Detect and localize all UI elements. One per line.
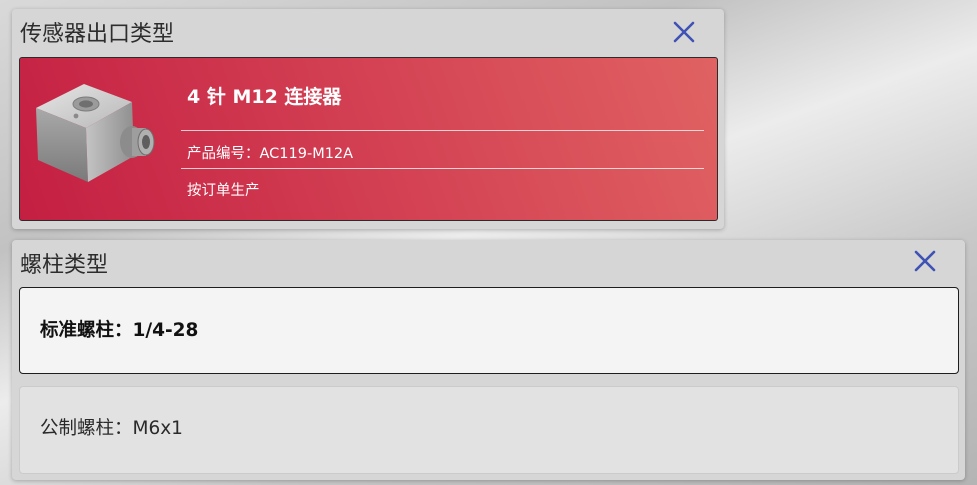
sensor-name: 4 针 M12 连接器 xyxy=(187,86,342,108)
stud-type-panel: 螺柱类型 标准螺柱：1/4-28 公制螺柱：M6x1 xyxy=(12,240,965,480)
divider xyxy=(181,168,704,169)
close-button[interactable] xyxy=(912,248,938,274)
close-icon xyxy=(673,21,695,43)
close-button[interactable] xyxy=(671,19,697,45)
divider xyxy=(181,130,704,131)
panel-title: 螺柱类型 xyxy=(20,253,109,278)
selected-sensor-card[interactable]: 4 针 M12 连接器 产品编号：AC119-M12A 按订单生产 xyxy=(19,57,718,221)
option-label: 公制螺柱：M6x1 xyxy=(40,418,183,439)
part-number-row: 产品编号：AC119-M12A xyxy=(187,142,353,163)
sensor-product-image xyxy=(36,84,155,182)
availability-text: 按订单生产 xyxy=(187,183,260,199)
stud-option-metric[interactable]: 公制螺柱：M6x1 xyxy=(19,386,959,474)
part-number-label: 产品编号： xyxy=(187,146,260,162)
sensor-output-panel: 传感器出口类型 4 针 M12 连接器 产品编号：AC119-M12A 按订单生… xyxy=(12,9,724,229)
option-label: 标准螺柱：1/4-28 xyxy=(40,320,199,341)
panel-title: 传感器出口类型 xyxy=(20,22,175,47)
part-number-value: AC119-M12A xyxy=(259,146,354,162)
stud-option-standard[interactable]: 标准螺柱：1/4-28 xyxy=(19,287,959,374)
close-icon xyxy=(914,250,936,272)
